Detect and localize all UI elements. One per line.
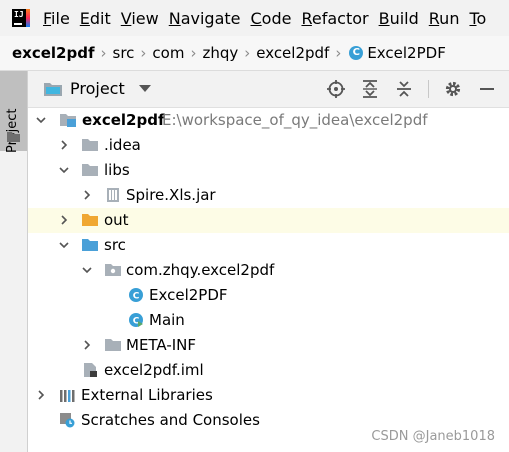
class-icon: C <box>349 46 364 60</box>
tree-label: Excel2PDF <box>149 286 228 304</box>
tree-row-src[interactable]: src <box>28 233 509 258</box>
chevron-right-icon[interactable] <box>82 190 92 200</box>
breadcrumb-item-src[interactable]: src <box>109 44 139 62</box>
expand-all-icon[interactable] <box>360 79 380 99</box>
toolbar-separator <box>428 80 429 98</box>
folder-icon <box>82 164 98 176</box>
breadcrumb-item-package[interactable]: excel2pdf <box>252 44 333 62</box>
project-view-selector[interactable]: Project <box>44 79 151 98</box>
breadcrumb-item-project[interactable]: excel2pdf <box>0 44 99 62</box>
svg-text:C: C <box>133 292 140 302</box>
breadcrumb-item-class[interactable]: Excel2PDF <box>367 44 450 62</box>
intellij-logo-icon: IJ <box>12 9 30 27</box>
toolwindow-toolbar <box>326 79 497 99</box>
project-tree: excel2pdf E:\workspace_of_qy_idea\excel2… <box>28 108 509 452</box>
tree-row-class-excel2pdf[interactable]: C Excel2PDF <box>28 283 509 308</box>
tree-row-external-libraries[interactable]: External Libraries <box>28 383 509 408</box>
menu-edit[interactable]: Edit <box>75 9 116 28</box>
chevron-right-icon[interactable] <box>82 340 92 350</box>
tree-path: E:\workspace_of_qy_idea\excel2pdf <box>162 111 428 129</box>
tree-label: out <box>104 211 129 229</box>
tree-row-libs[interactable]: libs <box>28 158 509 183</box>
chevron-down-icon[interactable] <box>59 165 69 175</box>
tree-label: Main <box>149 311 185 329</box>
source-folder-icon <box>82 239 98 251</box>
tree-row-idea[interactable]: .idea <box>28 133 509 158</box>
tree-label: External Libraries <box>81 386 213 404</box>
watermark: CSDN @Janeb1018 <box>371 429 495 444</box>
project-toolwindow-header: Project <box>28 71 509 108</box>
tree-label: META-INF <box>126 336 197 354</box>
chevron-right-icon[interactable] <box>36 390 46 400</box>
iml-file-icon <box>84 363 97 377</box>
chevron-right-icon[interactable] <box>59 215 69 225</box>
menu-view[interactable]: View <box>116 9 164 28</box>
tree-label: com.zhqy.excel2pdf <box>126 261 275 279</box>
tree-label: src <box>104 236 126 254</box>
chevron-down-icon <box>138 85 151 92</box>
folder-icon <box>82 139 98 151</box>
tree-row-out[interactable]: out <box>28 208 509 233</box>
left-tool-stripe: Project <box>0 71 28 452</box>
menu-run[interactable]: Run <box>424 9 465 28</box>
menu-file[interactable]: File <box>38 9 75 28</box>
jar-icon <box>107 188 119 202</box>
collapse-all-icon[interactable] <box>394 79 414 99</box>
menu-build[interactable]: Build <box>374 9 424 28</box>
tree-label: Scratches and Consoles <box>81 411 260 429</box>
breadcrumb-separator: › <box>190 44 197 62</box>
tree-row-class-main[interactable]: C Main <box>28 308 509 333</box>
gear-icon[interactable] <box>443 79 463 99</box>
locate-icon[interactable] <box>326 79 346 99</box>
breadcrumb: excel2pdf › src › com › zhqy › excel2pdf… <box>0 36 509 71</box>
minimize-icon[interactable] <box>477 79 497 99</box>
menu-bar: IJ File Edit View Navigate Code Refactor… <box>0 0 509 36</box>
breadcrumb-separator: › <box>244 44 251 62</box>
library-icon <box>60 390 75 402</box>
breadcrumb-item-com[interactable]: com <box>148 44 188 62</box>
tree-label: excel2pdf <box>82 111 165 129</box>
breadcrumb-separator: › <box>100 44 107 62</box>
excluded-folder-icon <box>82 214 98 226</box>
chevron-down-icon[interactable] <box>36 115 46 125</box>
tree-label: libs <box>104 161 130 179</box>
breadcrumb-separator: › <box>335 44 342 62</box>
menu-code[interactable]: Code <box>246 9 297 28</box>
chevron-down-icon[interactable] <box>59 240 69 250</box>
tree-row-iml[interactable]: excel2pdf.iml <box>28 358 509 383</box>
class-icon: C <box>129 288 143 302</box>
project-folder-icon <box>44 82 62 96</box>
package-icon <box>105 264 121 276</box>
menu-tools[interactable]: To <box>464 9 491 28</box>
folder-icon <box>7 132 20 142</box>
scratches-icon <box>60 413 75 428</box>
tree-label: Spire.Xls.jar <box>126 186 216 204</box>
tree-row-meta-inf[interactable]: META-INF <box>28 333 509 358</box>
tree-row-package[interactable]: com.zhqy.excel2pdf <box>28 258 509 283</box>
folder-icon <box>105 339 121 351</box>
class-run-icon: C <box>129 313 143 327</box>
module-folder-icon <box>60 114 76 127</box>
tree-row-project-root[interactable]: excel2pdf E:\workspace_of_qy_idea\excel2… <box>28 108 509 133</box>
tree-row-jar[interactable]: Spire.Xls.jar <box>28 183 509 208</box>
project-view-title: Project <box>70 79 125 98</box>
project-stripe-button[interactable]: Project <box>0 71 27 153</box>
chevron-down-icon[interactable] <box>82 265 92 275</box>
tree-label: .idea <box>104 136 141 154</box>
tree-label: excel2pdf.iml <box>104 361 204 379</box>
breadcrumb-separator: › <box>140 44 147 62</box>
chevron-right-icon[interactable] <box>59 140 69 150</box>
menu-refactor[interactable]: Refactor <box>296 9 373 28</box>
breadcrumb-item-zhqy[interactable]: zhqy <box>198 44 242 62</box>
menu-navigate[interactable]: Navigate <box>164 9 246 28</box>
